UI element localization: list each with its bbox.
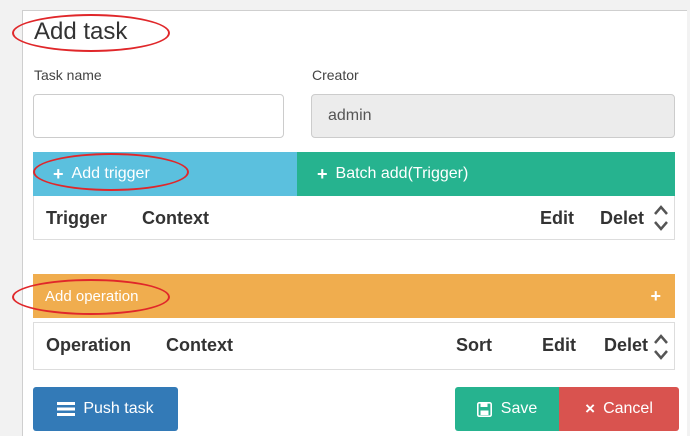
column-trigger: Trigger — [46, 208, 108, 228]
close-icon: × — [585, 399, 596, 418]
operation-table-header: Operation Context Sort Edit Delet — [33, 322, 675, 370]
creator-field[interactable]: admin — [311, 94, 675, 138]
sort-icon[interactable] — [652, 202, 670, 234]
cancel-button[interactable]: × Cancel — [559, 387, 679, 431]
column-context: Context — [166, 335, 233, 355]
task-name-label: Task name — [34, 67, 102, 83]
batch-add-trigger-label: Batch add(Trigger) — [335, 165, 469, 182]
save-button[interactable]: Save — [455, 387, 559, 431]
column-delete: Delet — [604, 335, 649, 355]
add-trigger-button[interactable]: + Add trigger — [33, 152, 297, 196]
column-edit: Edit — [542, 335, 576, 355]
list-icon — [57, 402, 76, 416]
cancel-label: Cancel — [603, 400, 653, 417]
batch-add-trigger-button[interactable]: + Batch add(Trigger) — [297, 152, 675, 196]
floppy-icon — [476, 401, 492, 417]
add-trigger-label: Add trigger — [71, 165, 150, 182]
task-name-input[interactable] — [33, 94, 284, 138]
save-label: Save — [500, 400, 538, 417]
push-task-label: Push task — [83, 400, 154, 417]
column-context: Context — [142, 208, 209, 228]
sort-icon[interactable] — [652, 331, 670, 363]
column-operation: Operation — [46, 335, 132, 355]
trigger-table-header: Trigger Context Edit Delet — [33, 196, 675, 240]
plus-icon[interactable]: + — [650, 286, 661, 307]
add-operation-bar[interactable]: Add operation + — [33, 274, 675, 318]
creator-label: Creator — [312, 67, 359, 83]
column-delete: Delet — [600, 208, 645, 228]
plus-icon: + — [317, 163, 328, 184]
plus-icon: + — [53, 163, 64, 184]
column-sort: Sort — [456, 335, 492, 355]
column-edit: Edit — [540, 208, 574, 228]
add-operation-label: Add operation — [45, 287, 139, 305]
push-task-button[interactable]: Push task — [33, 387, 178, 431]
dialog-title: Add task — [34, 18, 128, 45]
